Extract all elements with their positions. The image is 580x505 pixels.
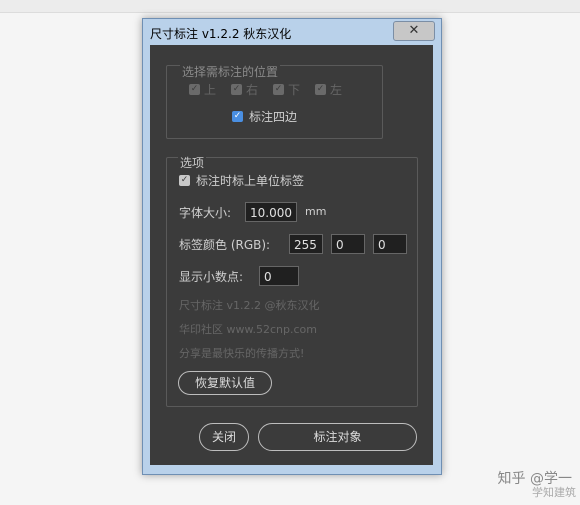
watermark-sub-text: 学知建筑: [532, 486, 576, 499]
side-top-checkbox[interactable]: ✓: [189, 84, 200, 95]
close-button[interactable]: 关闭: [199, 423, 249, 451]
reset-defaults-button[interactable]: 恢复默认值: [178, 371, 272, 395]
font-size-unit: mm: [305, 205, 327, 218]
unit-label-text: 标注时标上单位标签: [196, 174, 305, 188]
dialog-window: 尺寸标注 v1.2.2 秋东汉化 ✕ 选择需标注的位置 ✓ 上 ✓ 右 ✓ 下 …: [142, 18, 442, 475]
side-right-checkbox[interactable]: ✓: [231, 84, 242, 95]
side-left-label: 左: [330, 83, 343, 97]
side-right-label: 右: [246, 83, 259, 97]
info-line-3: 分享是最快乐的传播方式!: [179, 347, 305, 360]
color-g-input[interactable]: 0: [331, 234, 365, 254]
color-b-input[interactable]: 0: [373, 234, 407, 254]
decimals-input[interactable]: 0: [259, 266, 299, 286]
four-sides-label: 标注四边: [249, 110, 298, 124]
side-bottom-label: 下: [288, 83, 301, 97]
color-label: 标签颜色 (RGB):: [179, 238, 271, 252]
four-sides-checkbox[interactable]: ✓: [232, 111, 243, 122]
font-size-input[interactable]: 10.000: [245, 202, 297, 222]
options-group-legend: 选项: [178, 154, 207, 171]
side-top-label: 上: [204, 83, 217, 97]
window-title: 尺寸标注 v1.2.2 秋东汉化: [150, 27, 292, 41]
browser-top-strip: [0, 0, 580, 13]
color-r-input[interactable]: 255: [289, 234, 323, 254]
info-line-1: 尺寸标注 v1.2.2 @秋东汉化: [179, 299, 320, 312]
unit-label-checkbox[interactable]: ✓: [179, 175, 190, 186]
dialog-body: 选择需标注的位置 ✓ 上 ✓ 右 ✓ 下 ✓ 左 ✓ 标注四边 选项 ✓ 标注时…: [150, 45, 433, 465]
close-icon: ✕: [408, 23, 420, 38]
title-bar[interactable]: 尺寸标注 v1.2.2 秋东汉化 ✕: [143, 19, 441, 45]
window-close-button[interactable]: ✕: [393, 21, 435, 41]
info-line-2: 华印社区 www.52cnp.com: [179, 323, 317, 336]
decimals-label: 显示小数点:: [179, 270, 244, 284]
side-bottom-checkbox[interactable]: ✓: [273, 84, 284, 95]
side-left-checkbox[interactable]: ✓: [315, 84, 326, 95]
position-group-legend: 选择需标注的位置: [180, 63, 281, 80]
submit-button[interactable]: 标注对象: [258, 423, 417, 451]
font-size-label: 字体大小:: [179, 206, 232, 220]
